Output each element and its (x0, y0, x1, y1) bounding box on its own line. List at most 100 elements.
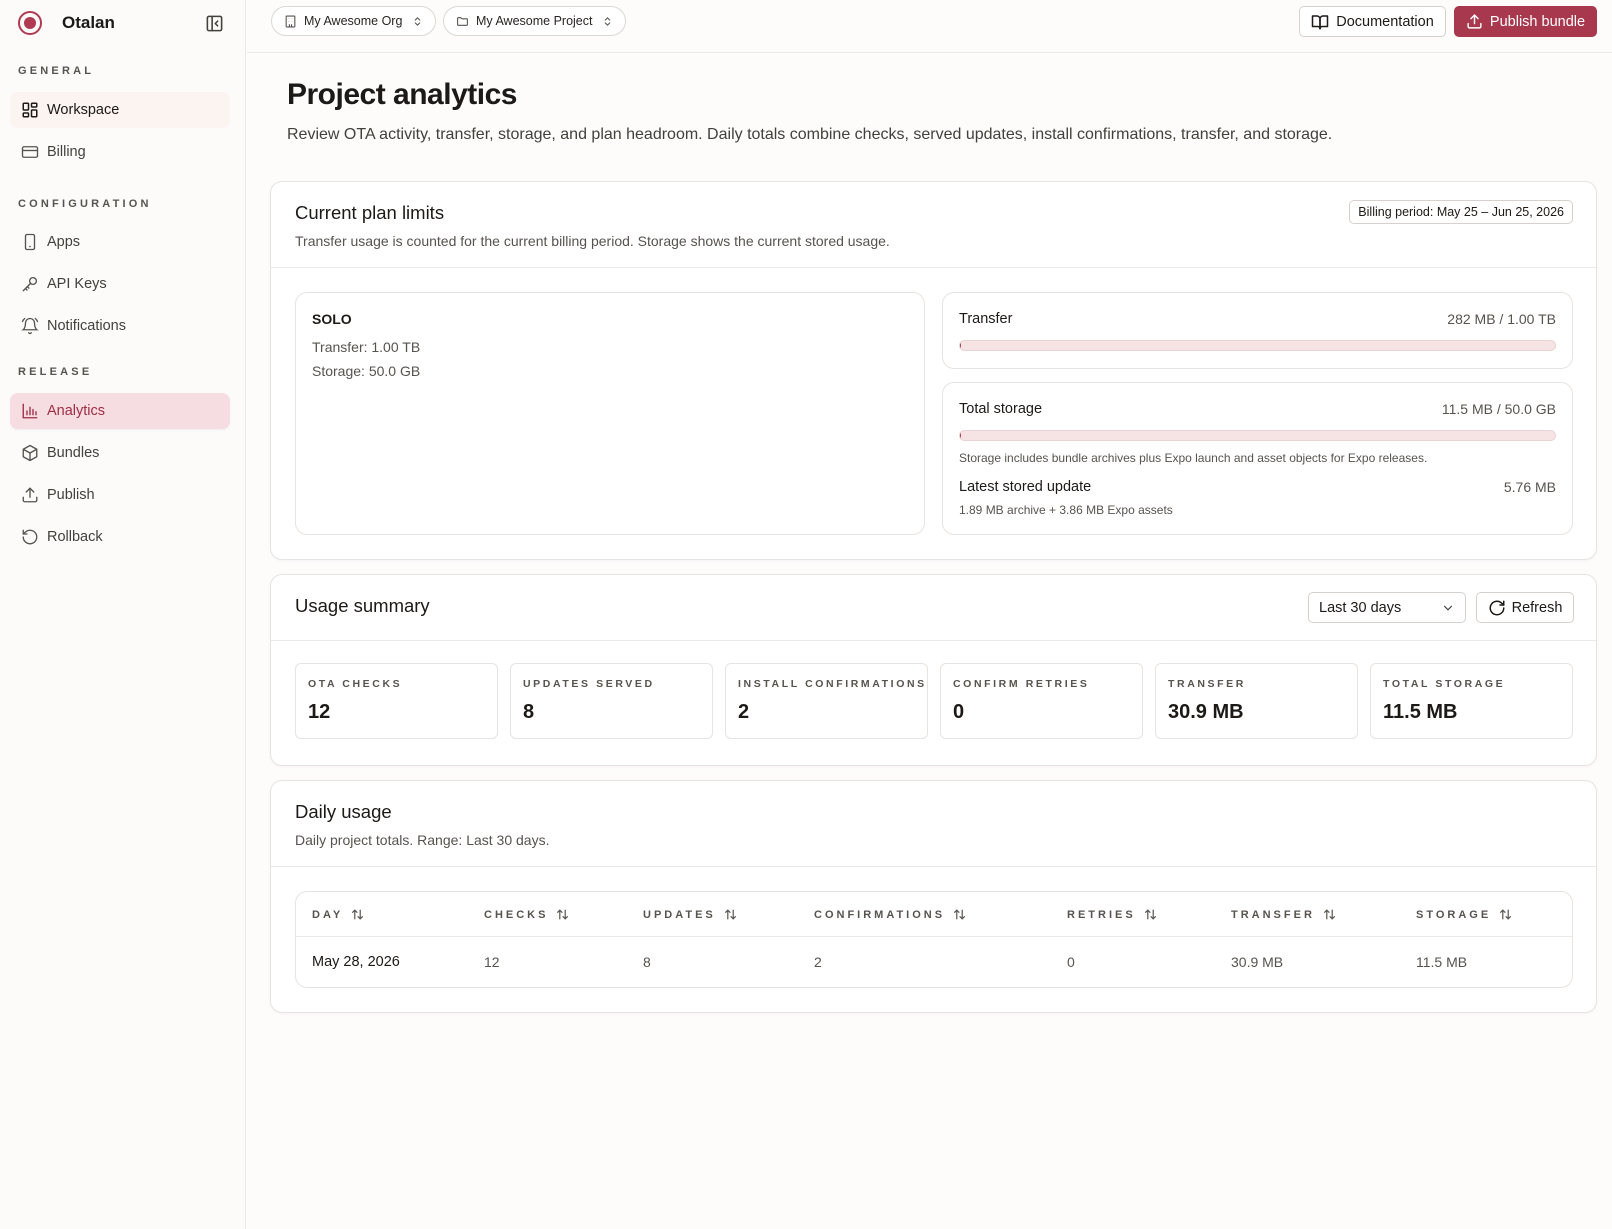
page-title: Project analytics (287, 78, 517, 111)
stat-label: TRANSFER (1168, 678, 1246, 690)
column-header-confirmations[interactable]: CONFIRMATIONS (814, 908, 966, 921)
divider (271, 640, 1596, 641)
sidebar-item-label: Apps (47, 234, 81, 250)
cell-storage: 11.5 MB (1416, 954, 1468, 970)
documentation-button[interactable]: Documentation (1299, 6, 1446, 37)
cell-confirmations: 2 (814, 954, 822, 970)
sidebar-item-apps[interactable]: Apps (10, 224, 230, 260)
publish-bundle-label: Publish bundle (1489, 13, 1586, 30)
chevrons-up-down-icon (412, 16, 423, 27)
sidebar-item-analytics[interactable]: Analytics (10, 393, 230, 429)
column-label: CHECKS (484, 908, 549, 921)
column-label: TRANSFER (1231, 908, 1315, 921)
daily-usage-subtitle: Daily project totals. Range: Last 30 day… (295, 832, 550, 848)
sidebar-item-api-keys[interactable]: API Keys (10, 266, 230, 302)
chevrons-up-down-icon (602, 16, 613, 27)
sidebar-item-rollback[interactable]: Rollback (10, 519, 230, 555)
rotate-ccw-icon (20, 527, 40, 547)
sidebar: Otalan GENERAL Workspace Billing CONFIGU… (0, 0, 246, 1229)
refresh-icon (1489, 600, 1505, 615)
stat-transfer: TRANSFER 30.9 MB (1155, 663, 1358, 739)
stat-value: 8 (523, 701, 535, 723)
sidebar-item-workspace[interactable]: Workspace (10, 92, 230, 128)
nav-section-release: RELEASE (18, 366, 93, 378)
range-select[interactable]: Last 30 days (1308, 592, 1466, 623)
column-label: RETRIES (1067, 908, 1136, 921)
org-switcher[interactable]: My Awesome Org (271, 6, 437, 36)
billing-period-badge: Billing period: May 25 – Jun 25, 2026 (1349, 200, 1573, 224)
sidebar-item-label: Notifications (47, 318, 126, 334)
cell-transfer: 30.9 MB (1231, 954, 1284, 970)
refresh-label: Refresh (1511, 599, 1563, 616)
daily-usage-card: Daily usage Daily project totals. Range:… (270, 780, 1597, 1013)
brand[interactable]: Otalan (18, 10, 115, 36)
stat-value: 11.5 MB (1383, 701, 1458, 723)
chevron-down-icon (1443, 605, 1453, 611)
stat-value: 2 (738, 701, 750, 723)
folder-icon (456, 15, 469, 28)
sidebar-item-bundles[interactable]: Bundles (10, 435, 230, 471)
stat-label: UPDATES SERVED (523, 678, 655, 690)
cell-day: May 28, 2026 (312, 954, 400, 970)
stat-confirm-retries: CONFIRM RETRIES 0 (940, 663, 1143, 739)
transfer-progress-bar (959, 340, 1556, 351)
sidebar-item-notifications[interactable]: Notifications (10, 308, 230, 344)
plan-limits-subtitle: Transfer usage is counted for the curren… (295, 233, 890, 249)
stat-value: 0 (953, 701, 965, 723)
sidebar-item-label: Workspace (47, 102, 120, 118)
stat-updates-served: UPDATES SERVED 8 (510, 663, 713, 739)
column-label: UPDATES (643, 908, 716, 921)
column-header-storage[interactable]: STORAGE (1416, 908, 1512, 921)
stat-label: TOTAL STORAGE (1383, 678, 1506, 690)
column-header-day[interactable]: DAY (312, 908, 364, 921)
sort-icon (1144, 909, 1156, 920)
latest-stored-update-detail: 1.89 MB archive + 3.86 MB Expo assets (959, 503, 1173, 517)
column-header-updates[interactable]: UPDATES (643, 908, 737, 921)
sidebar-item-label: API Keys (47, 276, 107, 292)
refresh-button[interactable]: Refresh (1476, 592, 1574, 623)
sidebar-item-publish[interactable]: Publish (10, 477, 230, 513)
column-label: DAY (312, 908, 344, 921)
plan-name: SOLO (312, 311, 352, 327)
documentation-label: Documentation (1336, 13, 1434, 30)
usage-summary-card: Usage summary Last 30 days Refresh OTA C… (270, 574, 1597, 766)
column-header-transfer[interactable]: TRANSFER (1231, 908, 1336, 921)
column-label: STORAGE (1416, 908, 1492, 921)
latest-stored-update-value: 5.76 MB (1503, 479, 1556, 495)
column-header-checks[interactable]: CHECKS (484, 908, 569, 921)
column-header-retries[interactable]: RETRIES (1067, 908, 1157, 921)
grid-icon (20, 100, 40, 120)
column-label: CONFIRMATIONS (814, 908, 946, 921)
credit-card-icon (20, 142, 40, 162)
sort-icon (724, 909, 736, 920)
plan-storage-limit: Storage: 50.0 GB (312, 363, 421, 379)
storage-meter-value: 11.5 MB / 50.0 GB (1441, 401, 1556, 417)
daily-usage-title: Daily usage (295, 801, 392, 822)
storage-progress-bar (959, 430, 1556, 441)
bell-icon (20, 316, 40, 336)
sort-icon (954, 909, 966, 920)
plan-limits-title: Current plan limits (295, 202, 445, 223)
storage-meter-box: Total storage 11.5 MB / 50.0 GB Storage … (942, 382, 1573, 535)
publish-bundle-button[interactable]: Publish bundle (1454, 6, 1597, 37)
sidebar-item-billing[interactable]: Billing (10, 134, 230, 170)
transfer-meter-label: Transfer (959, 311, 1013, 327)
sidebar-collapse-icon[interactable] (204, 13, 224, 33)
plan-transfer-limit: Transfer: 1.00 TB (312, 339, 421, 355)
storage-note: Storage includes bundle archives plus Ex… (959, 451, 1428, 465)
stat-ota-checks: OTA CHECKS 12 (295, 663, 498, 739)
sidebar-item-label: Analytics (47, 403, 106, 419)
transfer-meter-box: Transfer 282 MB / 1.00 TB (942, 292, 1573, 369)
package-icon (20, 443, 40, 463)
cell-retries: 0 (1067, 954, 1075, 970)
brand-name: Otalan (62, 13, 115, 32)
range-select-value: Last 30 days (1319, 599, 1402, 616)
bar-chart-icon (20, 401, 40, 421)
project-name: My Awesome Project (476, 14, 593, 28)
sidebar-item-label: Rollback (47, 529, 103, 545)
divider (271, 866, 1596, 867)
key-icon (20, 274, 40, 294)
project-switcher[interactable]: My Awesome Project (443, 6, 627, 36)
storage-meter-label: Total storage (959, 401, 1043, 417)
sort-icon (352, 909, 364, 920)
